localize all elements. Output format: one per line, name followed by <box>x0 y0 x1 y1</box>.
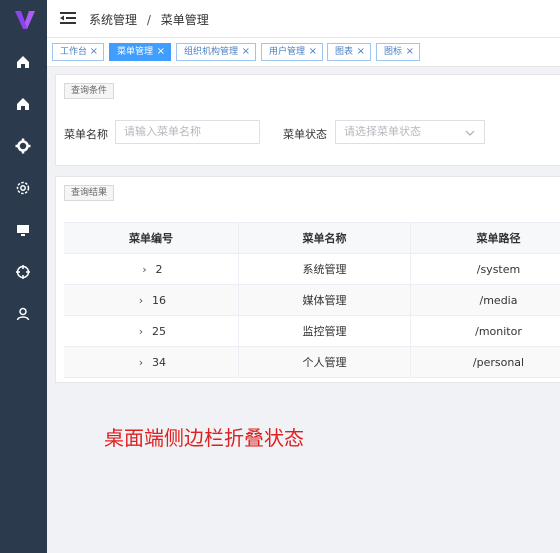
cell-id: › 2 <box>64 254 239 285</box>
column-header-id: 菜单编号 <box>64 223 239 254</box>
user-icon[interactable] <box>14 305 32 323</box>
cell-name: 监控管理 <box>239 316 411 347</box>
menu-name-input[interactable]: 请输入菜单名称 <box>115 120 260 144</box>
breadcrumb-item-system[interactable]: 系统管理 <box>89 13 137 27</box>
table-row[interactable]: › 34 个人管理 /personal <box>64 347 560 378</box>
top-header: 系统管理 / 菜单管理 <box>47 0 560 38</box>
tab-label: 菜单管理 <box>117 47 154 57</box>
tab-workbench[interactable]: 工作台 × <box>52 43 104 61</box>
tab-label: 图表 <box>335 47 354 57</box>
tab-menu-management[interactable]: 菜单管理 × <box>109 43 171 61</box>
cell-path: /monitor <box>475 325 522 338</box>
cell-path: /media <box>479 294 518 307</box>
sidebar <box>0 0 47 553</box>
menu-id: 2 <box>155 263 163 276</box>
menu-id: 16 <box>152 294 166 307</box>
target-icon[interactable] <box>14 263 32 281</box>
close-icon[interactable]: × <box>406 44 414 60</box>
settings-icon[interactable] <box>14 137 32 155</box>
query-panel: 查询条件 菜单名称 请输入菜单名称 菜单状态 请选择菜单状态 <box>55 74 560 166</box>
tab-user-management[interactable]: 用户管理 × <box>261 43 323 61</box>
close-icon[interactable]: × <box>357 44 365 60</box>
close-icon[interactable]: × <box>309 44 317 60</box>
cell-id: › 34 <box>64 347 239 378</box>
cell-id: › 25 <box>64 316 239 347</box>
table-row[interactable]: › 25 监控管理 /monitor <box>64 316 560 347</box>
breadcrumb: 系统管理 / 菜单管理 <box>89 11 209 28</box>
home-icon[interactable] <box>14 95 32 113</box>
menu-toggle-icon[interactable] <box>60 11 76 25</box>
close-icon[interactable]: × <box>242 44 250 60</box>
home-icon[interactable] <box>14 53 32 71</box>
menu-name-label: 菜单名称 <box>64 128 108 141</box>
tab-org-management[interactable]: 组织机构管理 × <box>176 43 256 61</box>
menu-status-select[interactable]: 请选择菜单状态 <box>335 120 485 144</box>
cell-name: 系统管理 <box>239 254 411 285</box>
table-header-row: 菜单编号 菜单名称 菜单路径 <box>64 223 560 254</box>
tags-bar: 工作台 × 菜单管理 × 组织机构管理 × 用户管理 × 图表 × 图标 × <box>47 38 560 67</box>
expand-icon[interactable]: › <box>140 254 150 285</box>
breadcrumb-item-current: 菜单管理 <box>160 13 209 27</box>
table-row[interactable]: › 2 系统管理 /system <box>64 254 560 285</box>
column-header-name: 菜单名称 <box>239 223 411 254</box>
menu-status-label: 菜单状态 <box>283 128 327 141</box>
monitor-icon[interactable] <box>14 221 32 239</box>
cell-name: 个人管理 <box>239 347 411 378</box>
query-conditions-tab[interactable]: 查询条件 <box>64 83 115 99</box>
query-results-tab[interactable]: 查询结果 <box>64 185 115 201</box>
tab-icons[interactable]: 图标 × <box>376 43 420 61</box>
tab-charts[interactable]: 图表 × <box>327 43 371 61</box>
cell-name: 媒体管理 <box>239 285 411 316</box>
annotation-text: 桌面端侧边栏折叠状态 <box>104 426 304 450</box>
gear-icon[interactable] <box>14 179 32 197</box>
menu-status-placeholder: 请选择菜单状态 <box>344 125 421 138</box>
cell-id: › 16 <box>64 285 239 316</box>
tab-label: 图标 <box>384 47 403 57</box>
cell-path: /system <box>476 263 521 276</box>
table-row[interactable]: › 16 媒体管理 /media <box>64 285 560 316</box>
expand-icon[interactable]: › <box>136 316 146 347</box>
chevron-down-icon <box>464 125 476 137</box>
logo-icon[interactable] <box>13 8 37 32</box>
menu-id: 34 <box>152 356 166 369</box>
tab-label: 工作台 <box>60 47 88 57</box>
close-icon[interactable]: × <box>157 44 165 60</box>
menu-id: 25 <box>152 325 166 338</box>
expand-icon[interactable]: › <box>136 285 146 316</box>
breadcrumb-separator: / <box>146 13 151 27</box>
close-icon[interactable]: × <box>90 44 98 60</box>
results-panel: 查询结果 菜单编号 菜单名称 菜单路径 › 2 系统管理 /system › 16 … <box>55 176 560 383</box>
menu-table: 菜单编号 菜单名称 菜单路径 › 2 系统管理 /system › 16 媒体管理 … <box>64 222 560 378</box>
tab-label: 组织机构管理 <box>184 47 239 57</box>
cell-path: /personal <box>472 356 525 369</box>
column-header-path: 菜单路径 <box>476 232 521 245</box>
expand-icon[interactable]: › <box>136 347 146 378</box>
tab-label: 用户管理 <box>269 47 306 57</box>
